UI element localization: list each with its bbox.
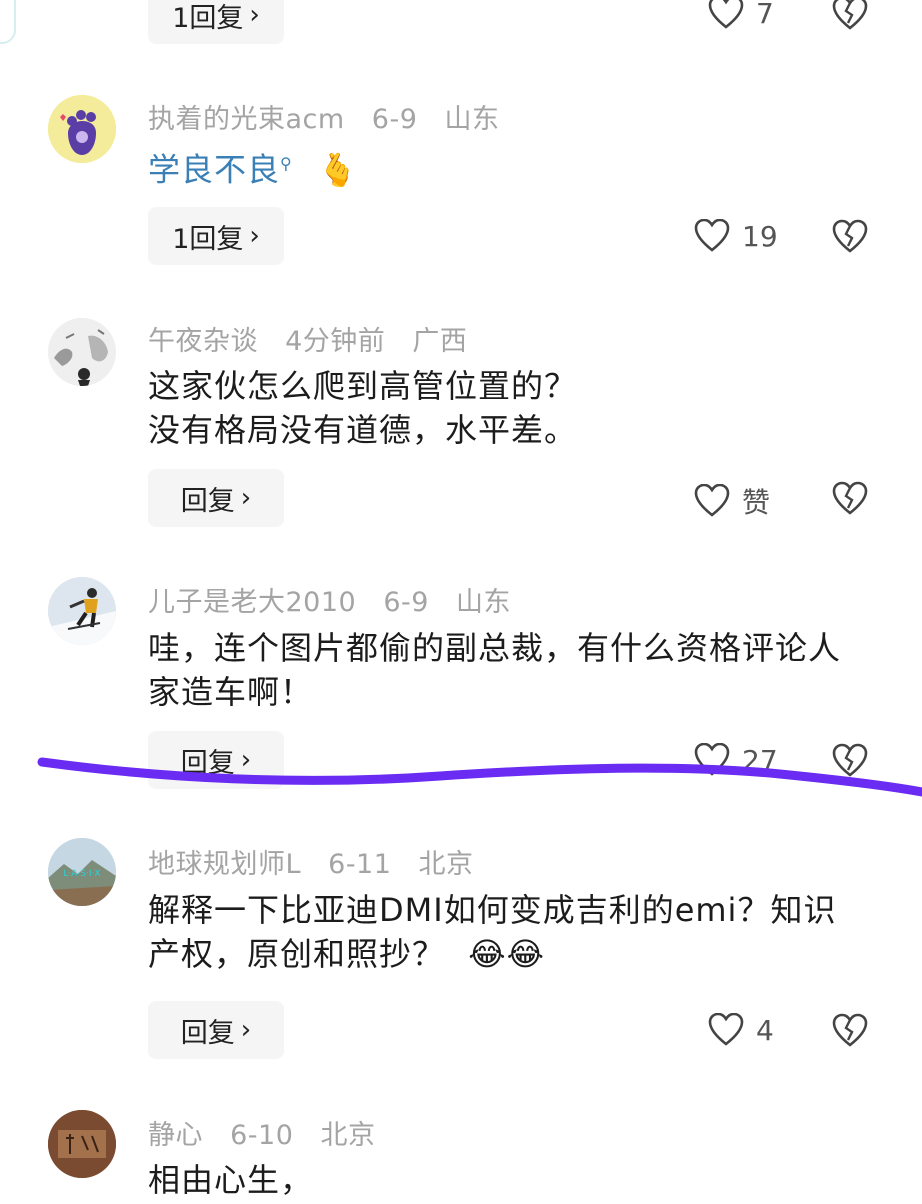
avatar-text: L·A·S·I·X xyxy=(63,869,100,879)
heart-icon xyxy=(708,0,744,29)
username[interactable]: 午夜杂谈 xyxy=(148,326,258,357)
comment-location: 山东 xyxy=(444,104,500,135)
comment-list-page: 1回复 › 7 执着的光束acm 6-9 山东 学良不良⚲ 🫰 1回复 › 19… xyxy=(0,0,922,1204)
sketch-avatar-icon xyxy=(48,318,116,386)
reply-button[interactable]: 回复 › xyxy=(148,1001,284,1059)
heart-icon xyxy=(694,219,730,252)
reply-label: 回复 xyxy=(180,485,235,517)
broken-heart-icon[interactable] xyxy=(832,0,868,32)
broken-heart-icon[interactable] xyxy=(832,1013,868,1049)
comment-date: 6-9 xyxy=(383,587,429,618)
chevron-right-icon: › xyxy=(249,0,260,30)
reply-button[interactable]: 1回复 › xyxy=(148,0,284,44)
reply-label: 回复 xyxy=(180,1017,235,1049)
comment-line: 这家伙怎么爬到高管位置的？ xyxy=(148,367,578,405)
comment-line: 解释一下比亚迪DMI如何变成吉利的emi？知识 xyxy=(148,891,837,929)
like-count: 27 xyxy=(742,743,778,777)
like-count: 19 xyxy=(742,219,778,253)
like-button[interactable]: 7 xyxy=(708,0,774,30)
like-count: 7 xyxy=(756,0,774,30)
username[interactable]: 儿子是老大2010 xyxy=(148,587,356,618)
comment-location: 北京 xyxy=(418,849,474,880)
comment-location: 山东 xyxy=(456,587,512,618)
paw-avatar-icon xyxy=(48,95,116,163)
username[interactable]: 执着的光束acm xyxy=(148,104,345,135)
like-button[interactable]: 19 xyxy=(694,219,778,253)
heart-icon xyxy=(694,484,730,517)
like-button[interactable]: 赞 xyxy=(694,481,770,521)
comment-date: 6-10 xyxy=(230,1120,294,1151)
comment-line: 哇，连个图片都偷的副总裁，有什么资格评论人 xyxy=(148,629,842,667)
comment-meta: 静心 6-10 北京 xyxy=(148,1113,393,1152)
comment-line: 产权，原创和照抄？ xyxy=(148,935,446,973)
comment-meta: 儿子是老大2010 6-9 山东 xyxy=(148,580,529,619)
edge-artifact xyxy=(0,0,16,44)
topic-link[interactable]: 学良不良 xyxy=(148,151,280,189)
comment-meta: 执着的光束acm 6-9 山东 xyxy=(148,97,518,136)
like-count: 4 xyxy=(756,1013,774,1047)
comment-text: 解释一下比亚迪DMI如何变成吉利的emi？知识 产权，原创和照抄？ 😂😂 xyxy=(148,888,888,976)
like-count: 赞 xyxy=(742,486,771,519)
heart-icon xyxy=(708,1013,744,1046)
comment-date: 4分钟前 xyxy=(285,326,386,357)
comment-location: 广西 xyxy=(412,326,468,357)
chevron-right-icon: › xyxy=(240,1015,252,1045)
comment-text: 相由心生， xyxy=(148,1158,888,1202)
search-icon: ⚲ xyxy=(280,154,293,173)
chevron-right-icon: › xyxy=(240,483,252,513)
broken-heart-icon[interactable] xyxy=(832,219,868,255)
comment-line: 家造车啊！ xyxy=(148,673,314,711)
reply-label: 1回复 xyxy=(172,2,244,34)
avatar[interactable] xyxy=(48,95,116,163)
comment-line: 没有格局没有道德，水平差。 xyxy=(148,411,578,449)
avatar[interactable] xyxy=(48,1110,116,1178)
comment-date: 6-11 xyxy=(328,849,392,880)
calligraphy-avatar-icon xyxy=(48,1110,116,1178)
comment-text: 哇，连个图片都偷的副总裁，有什么资格评论人 家造车啊！ xyxy=(148,626,888,714)
chevron-right-icon: › xyxy=(249,221,260,251)
comment-line: 相由心生， xyxy=(148,1161,314,1199)
reply-button[interactable]: 1回复 › xyxy=(148,207,284,265)
emoji: 🫰 xyxy=(317,150,359,189)
reply-button[interactable]: 回复 › xyxy=(148,731,284,789)
username[interactable]: 地球规划师L xyxy=(148,849,301,880)
broken-heart-icon[interactable] xyxy=(832,481,868,517)
chevron-right-icon: › xyxy=(240,745,252,775)
comment-date: 6-9 xyxy=(371,104,418,135)
comment-location: 北京 xyxy=(320,1120,376,1151)
landscape-avatar-icon: L·A·S·I·X xyxy=(48,838,116,906)
reply-button[interactable]: 回复 › xyxy=(148,469,284,527)
comment-meta: 地球规划师L 6-11 北京 xyxy=(148,842,492,881)
avatar[interactable]: L·A·S·I·X xyxy=(48,838,116,906)
like-button[interactable]: 27 xyxy=(694,743,778,777)
broken-heart-icon[interactable] xyxy=(832,743,868,779)
comment-text: 这家伙怎么爬到高管位置的？ 没有格局没有道德，水平差。 xyxy=(148,364,888,452)
annotation-underline xyxy=(37,757,922,797)
comment-meta: 午夜杂谈 4分钟前 广西 xyxy=(148,319,485,358)
username[interactable]: 静心 xyxy=(148,1120,203,1151)
heart-icon xyxy=(694,743,730,776)
emoji: 😂😂 xyxy=(468,935,545,973)
comment-line-with-emoji: 产权，原创和照抄？ 😂😂 xyxy=(148,932,888,976)
avatar[interactable] xyxy=(48,577,116,645)
comment-text: 学良不良⚲ 🫰 xyxy=(148,142,888,192)
reply-label: 1回复 xyxy=(172,223,244,255)
avatar[interactable] xyxy=(48,318,116,386)
like-button[interactable]: 4 xyxy=(708,1013,774,1047)
skier-avatar-icon xyxy=(48,577,116,645)
reply-label: 回复 xyxy=(180,747,235,779)
